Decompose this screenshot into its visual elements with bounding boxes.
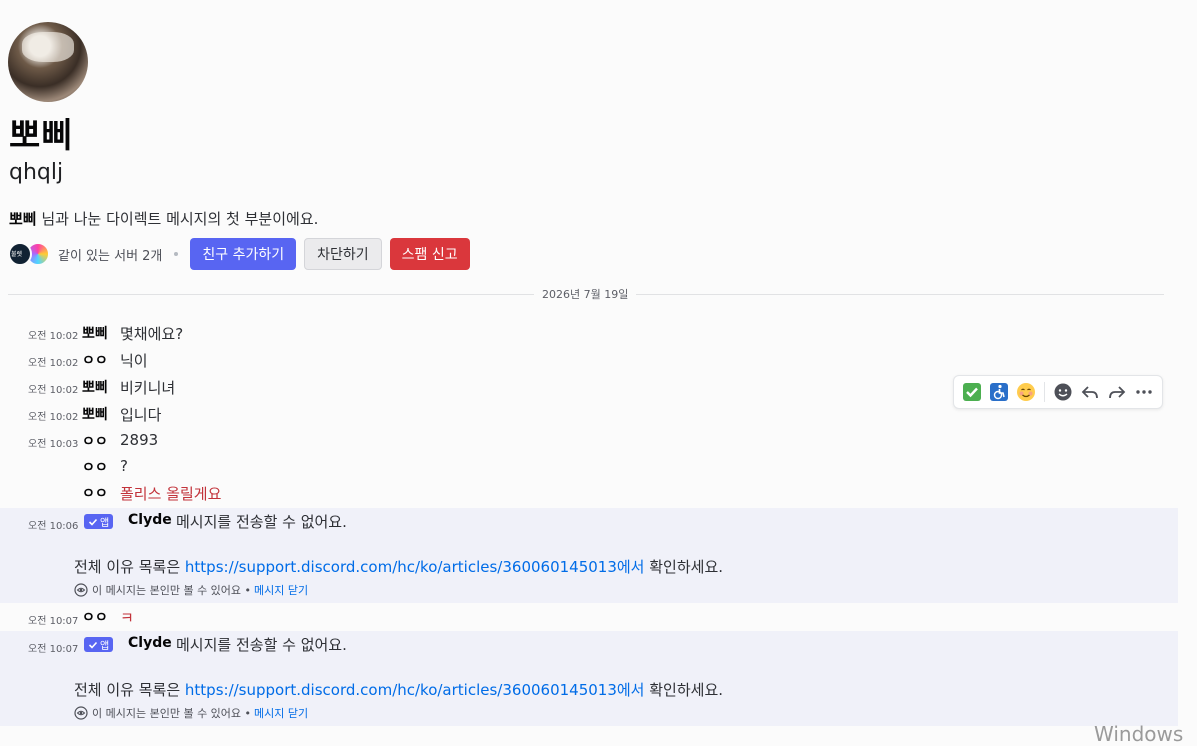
add-friend-button[interactable]: 친구 추가하기 xyxy=(190,238,297,270)
reason-prefix: 전체 이유 목록은 xyxy=(74,681,185,699)
eye-icon xyxy=(74,706,88,720)
message-row[interactable]: ㅇㅇ 폴리스 올릴게요 xyxy=(0,482,1178,508)
clyde-author[interactable]: Clyde xyxy=(128,512,172,528)
app-badge: 앱 xyxy=(84,514,114,529)
wheelchair-emoji-icon[interactable] xyxy=(985,378,1012,406)
windows-activation-watermark: Windows 정 xyxy=(1094,722,1184,746)
more-icon[interactable] xyxy=(1131,378,1158,406)
message-text: ? xyxy=(120,457,128,475)
message-text: 비키니녀 xyxy=(120,379,176,397)
intro-rest: 님과 나눈 다이렉트 메시지의 첫 부분이에요. xyxy=(36,210,319,228)
message-author[interactable]: 뽀삐 xyxy=(82,404,108,424)
message-timestamp[interactable]: 오전 10:07 xyxy=(28,612,78,627)
reason-line: 전체 이유 목록은 https://support.discord.com/hc… xyxy=(74,556,723,577)
message-row[interactable]: 오전 10:03 ㅇㅇ 2893 xyxy=(0,430,1178,456)
reply-icon[interactable] xyxy=(1076,378,1103,406)
message-author[interactable]: 뽀삐 xyxy=(82,323,108,343)
system-message-text: 메시지를 전송할 수 없어요. xyxy=(176,513,347,531)
message-timestamp[interactable]: 오전 10:02 xyxy=(28,381,78,396)
reason-suffix: 확인하세요. xyxy=(644,558,724,576)
app-badge-label: 앱 xyxy=(100,641,110,652)
intro-name: 뽀삐 xyxy=(9,210,37,228)
verified-check-icon xyxy=(88,641,98,649)
report-spam-button[interactable]: 스팸 신고 xyxy=(389,238,470,270)
message-author[interactable]: ㅇㅇ xyxy=(82,350,108,370)
profile-display-name: 뽀삐 xyxy=(9,116,74,156)
profile-avatar[interactable] xyxy=(8,22,88,102)
eye-icon xyxy=(74,583,88,597)
app-badge: 앱 xyxy=(84,637,114,652)
message-timestamp[interactable]: 오전 10:06 xyxy=(28,517,78,532)
ephemeral-note: 이 메시지는 본인만 볼 수 있어요 • 메시지 닫기 xyxy=(74,705,308,721)
message-row[interactable]: 오전 10:02 뽀삐 몇채에요? xyxy=(0,322,1178,348)
message-text: 2893 xyxy=(120,431,159,449)
reason-prefix: 전체 이유 목록은 xyxy=(74,558,185,576)
message-author[interactable]: ㅇㅇ xyxy=(82,431,108,451)
dm-channel: 뽀삐 qhqlj 뽀삐 님과 나눈 다이렉트 메시지의 첫 부분이에요. 불렛 … xyxy=(0,0,1197,746)
system-message-text: 메시지를 전송할 수 없어요. xyxy=(176,636,347,654)
smiling-face-emoji-icon[interactable] xyxy=(1013,378,1040,406)
reason-suffix: 확인하세요. xyxy=(644,681,724,699)
message-row[interactable]: 오전 10:07 ㅇㅇ ㅋ xyxy=(0,605,1178,631)
mutual-server-avatar-1[interactable]: 불렛 xyxy=(8,242,32,266)
date-divider-label: 2026년 7월 19일 xyxy=(534,286,637,302)
message-author[interactable]: ㅇㅇ xyxy=(82,607,108,627)
system-message[interactable]: 오전 10:07 앱 Clyde 메시지를 전송할 수 없어요. 전체 이유 목… xyxy=(0,631,1178,726)
profile-username: qhqlj xyxy=(9,160,64,185)
ephemeral-note-text: 이 메시지는 본인만 볼 수 있어요 • xyxy=(92,707,252,720)
add-reaction-icon[interactable] xyxy=(1049,378,1076,406)
message-author[interactable]: ㅇㅇ xyxy=(82,483,108,503)
clyde-author[interactable]: Clyde xyxy=(128,635,172,651)
support-link[interactable]: https://support.discord.com/hc/ko/articl… xyxy=(185,681,645,699)
message-timestamp[interactable]: 오전 10:02 xyxy=(28,327,78,342)
dismiss-message-link[interactable]: 메시지 닫기 xyxy=(254,582,308,598)
check-mark-emoji-icon[interactable] xyxy=(958,378,985,406)
ephemeral-note-text: 이 메시지는 본인만 볼 수 있어요 • xyxy=(92,584,252,597)
message-text: 입니다 xyxy=(120,406,162,424)
message-hover-toolbar xyxy=(953,375,1163,409)
support-link[interactable]: https://support.discord.com/hc/ko/articl… xyxy=(185,558,645,576)
toolbar-separator xyxy=(1043,382,1045,402)
ephemeral-note: 이 메시지는 본인만 볼 수 있어요 • 메시지 닫기 xyxy=(74,582,308,598)
app-badge-label: 앱 xyxy=(100,518,110,529)
message-timestamp[interactable]: 오전 10:07 xyxy=(28,640,78,655)
message-timestamp[interactable]: 오전 10:02 xyxy=(28,408,78,423)
message-row[interactable]: ㅇㅇ ? xyxy=(0,456,1178,482)
message-timestamp[interactable]: 오전 10:03 xyxy=(28,435,78,450)
message-text: 몇채에요? xyxy=(120,325,184,343)
message-author[interactable]: ㅇㅇ xyxy=(82,457,108,477)
message-text: 폴리스 올릴게요 xyxy=(120,485,222,503)
mutual-servers-row: 불렛 같이 있는 서버 2개 친구 추가하기 차단하기 스팸 신고 xyxy=(8,238,478,270)
system-message[interactable]: 오전 10:06 앱 Clyde 메시지를 전송할 수 없어요. 전체 이유 목… xyxy=(0,508,1178,603)
message-text: ㅋ xyxy=(120,609,134,627)
dm-intro-text: 뽀삐 님과 나눈 다이렉트 메시지의 첫 부분이에요. xyxy=(9,208,318,229)
block-button[interactable]: 차단하기 xyxy=(304,238,382,270)
mutual-servers-link[interactable]: 같이 있는 서버 2개 xyxy=(58,245,162,264)
reason-line: 전체 이유 목록은 https://support.discord.com/hc… xyxy=(74,679,723,700)
verified-check-icon xyxy=(88,518,98,526)
message-timestamp[interactable]: 오전 10:02 xyxy=(28,354,78,369)
message-text: 닉이 xyxy=(120,352,148,370)
forward-icon[interactable] xyxy=(1103,378,1130,406)
separator-dot xyxy=(174,252,179,256)
dismiss-message-link[interactable]: 메시지 닫기 xyxy=(254,705,308,721)
message-author[interactable]: 뽀삐 xyxy=(82,377,108,397)
message-row[interactable]: 오전 10:02 ㅇㅇ 닉이 xyxy=(0,349,1178,375)
